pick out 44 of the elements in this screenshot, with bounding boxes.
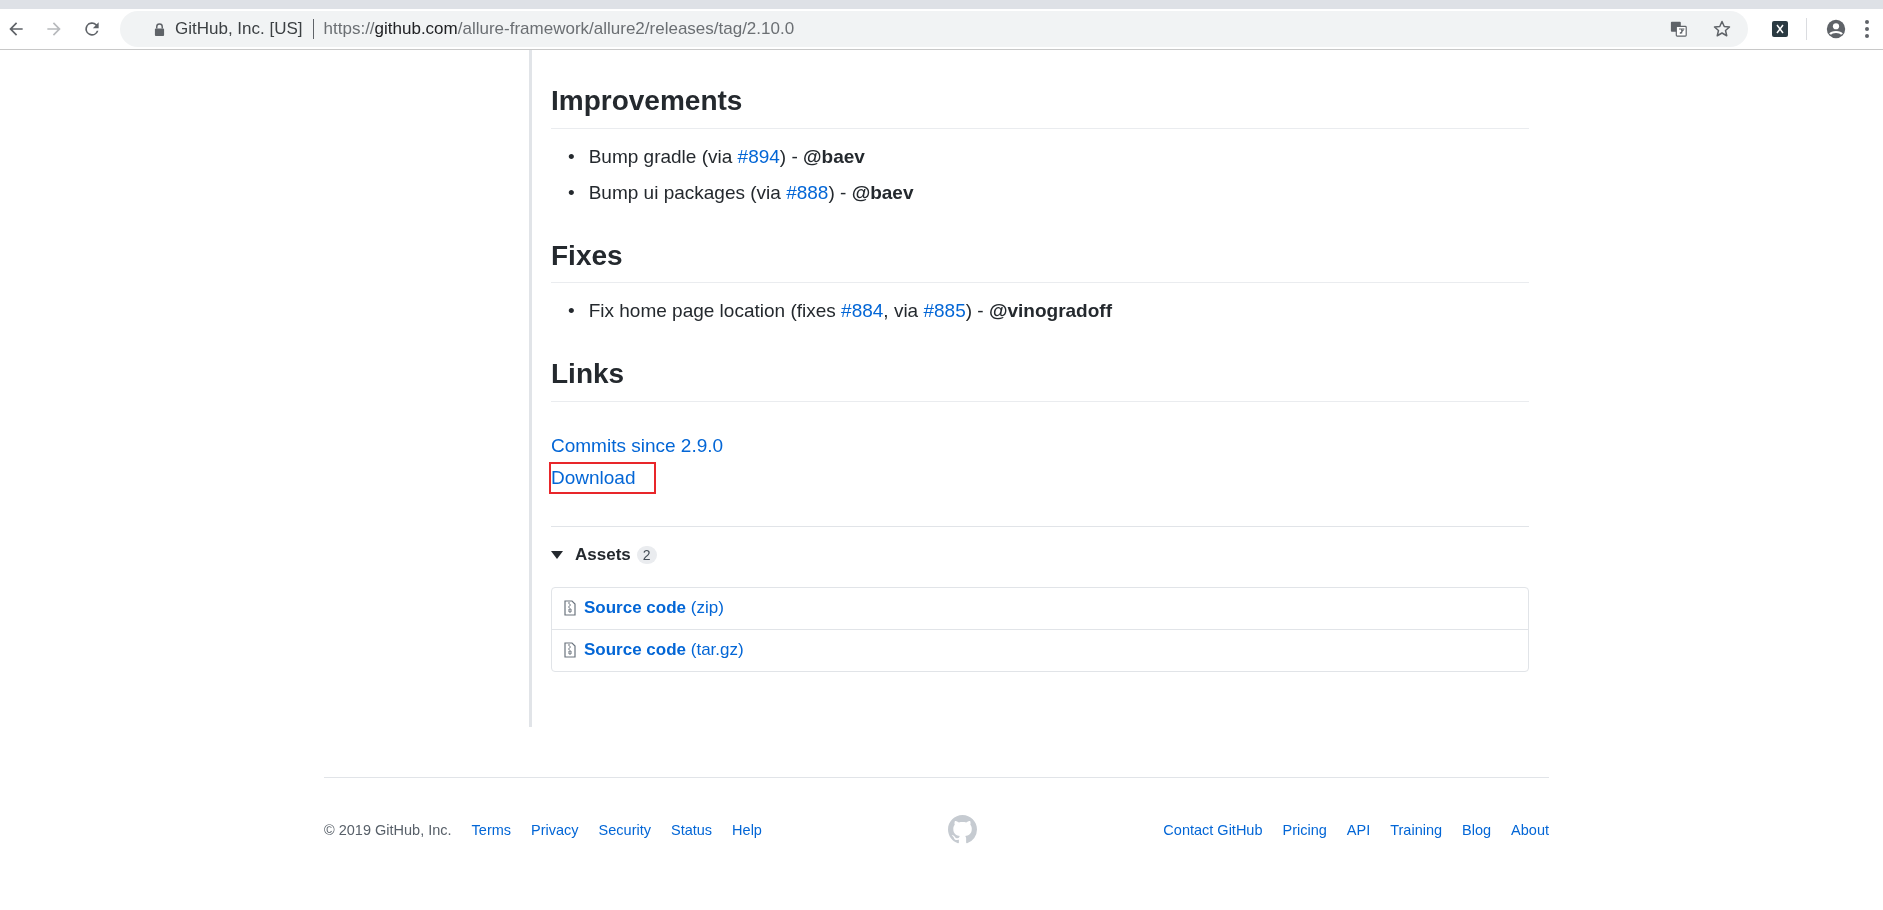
asset-link[interactable]: Source code (tar.gz) [584, 640, 744, 661]
address-bar[interactable]: GitHub, Inc. [US] https://github.com/allure-framework/allure2/releases/tag/2.10.0 [120, 11, 1748, 47]
profile-icon[interactable] [1825, 18, 1847, 40]
issue-link[interactable]: #884 [841, 300, 884, 322]
archive-file-icon [564, 642, 576, 659]
copyright-text: © 2019 GitHub, Inc. [324, 821, 452, 838]
extension-icon[interactable] [1772, 21, 1788, 37]
footer-link[interactable]: Terms [471, 821, 512, 838]
issue-link[interactable]: #888 [786, 181, 829, 203]
site-identity: GitHub, Inc. [US] [175, 19, 303, 39]
footer-link[interactable]: Blog [1462, 821, 1492, 838]
menu-icon[interactable] [1865, 20, 1869, 38]
release-note: Bump gradle (via #894) - @baev [588, 144, 865, 169]
footer-link[interactable]: Status [671, 821, 713, 838]
footer-link[interactable]: Help [732, 821, 762, 838]
issue-link[interactable]: #894 [737, 145, 780, 167]
bullet: • [568, 144, 575, 169]
lock-icon [154, 22, 165, 36]
release-link[interactable]: Download [549, 461, 656, 494]
section-heading: Improvements [551, 60, 1529, 129]
assets-label[interactable]: Assets [575, 544, 631, 565]
star-icon[interactable] [1712, 19, 1732, 39]
url-text: https://github.com/allure-framework/allure2/releases/tag/2.10.0 [323, 19, 795, 39]
reload-icon[interactable] [82, 19, 102, 39]
footer-link[interactable]: Privacy [531, 821, 579, 838]
release-note: Bump ui packages (via #888) - @baev [588, 180, 914, 205]
footer-link[interactable]: Pricing [1282, 821, 1327, 838]
footer-link[interactable]: API [1346, 821, 1371, 838]
archive-file-icon [564, 600, 576, 617]
section-heading: Links [551, 333, 1529, 402]
bullet: • [568, 299, 575, 324]
footer-link[interactable]: About [1511, 821, 1549, 838]
footer-link[interactable]: Security [598, 821, 651, 838]
caret-icon[interactable] [551, 550, 563, 559]
bullet: • [568, 180, 575, 205]
release-note: Fix home page location (fixes #884, via #885) - @vinogradoff [588, 299, 1112, 324]
issue-link[interactable]: #885 [923, 300, 966, 322]
asset-link[interactable]: Source code (zip) [584, 598, 724, 619]
section-heading: Fixes [551, 214, 1529, 284]
translate-icon[interactable] [1670, 20, 1688, 38]
footer-link[interactable]: Training [1390, 821, 1443, 838]
asset-count: 2 [636, 545, 657, 564]
footer-link[interactable]: Contact GitHub [1163, 821, 1263, 838]
release-link[interactable]: Commits since 2.9.0 [549, 429, 726, 462]
